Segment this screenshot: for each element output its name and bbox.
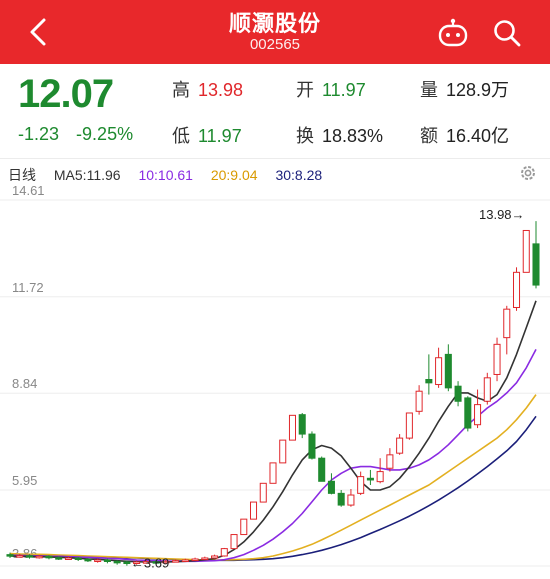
y-tick-label: 8.84 <box>12 376 37 391</box>
ma-legend: 日线 MA5:11.96 10:10.61 20:9.04 30:8.28 <box>8 165 336 185</box>
y-tick-label: 11.72 <box>12 280 44 295</box>
candle-body <box>64 557 72 560</box>
max-price-marker: 13.98→ <box>479 207 525 222</box>
candle-body <box>35 555 43 559</box>
candle-body <box>415 390 423 412</box>
candle-body <box>454 385 462 402</box>
candle-body <box>386 454 394 469</box>
candle-body <box>103 559 111 562</box>
ma5-value: MA5:11.96 <box>53 167 121 183</box>
candle-body <box>16 555 24 558</box>
low-stat: 低 11.97 <box>172 122 242 148</box>
candle-body <box>172 560 180 563</box>
candle-body <box>376 471 384 483</box>
search-icon[interactable] <box>492 18 522 48</box>
y-tick-label: 14.61 <box>12 186 45 198</box>
candle-body <box>269 462 277 484</box>
candle-body <box>6 554 14 557</box>
high-value: 13.98 <box>198 80 244 100</box>
candle-body <box>55 557 63 560</box>
candle-body <box>327 480 335 494</box>
candle-body <box>279 439 287 464</box>
high-stat: 高 13.98 <box>172 76 243 102</box>
open-value: 11.97 <box>322 80 366 100</box>
candle-body <box>425 378 433 384</box>
low-value: 11.97 <box>198 126 242 146</box>
amount-value: 16.40亿 <box>446 126 510 146</box>
candle-body <box>191 558 199 561</box>
gear-icon[interactable] <box>518 163 538 183</box>
candle-body <box>230 534 238 550</box>
low-label: 低 <box>172 126 190 146</box>
candle-body <box>512 271 521 308</box>
candle-body <box>347 494 355 506</box>
candle-body <box>113 560 121 564</box>
volume-stat: 量 128.9万 <box>420 76 509 102</box>
robot-icon[interactable] <box>437 18 469 48</box>
divider <box>0 158 550 159</box>
candle-body <box>532 243 540 286</box>
quote-panel: 12.07 -1.23 -9.25% 高 13.98 低 11.97 开 11.97 … <box>0 64 550 158</box>
high-label: 高 <box>172 80 190 100</box>
top-bar: 顺灏股份 002565 <box>0 0 550 64</box>
turnover-value: 18.83% <box>322 126 384 146</box>
candle-body <box>396 437 404 454</box>
candle-body <box>444 353 452 389</box>
candle-body <box>181 559 189 562</box>
change-percent: -9.25% <box>76 124 134 144</box>
candle-body <box>74 557 82 560</box>
ma10-value: 10:10.61 <box>138 167 193 183</box>
candle-body <box>318 457 326 482</box>
change-amount: -1.23 <box>18 124 60 144</box>
candle-body <box>308 433 316 459</box>
candle-body <box>474 404 482 426</box>
candle-body <box>240 518 248 536</box>
candle-body <box>298 414 306 435</box>
candle-body <box>483 377 491 402</box>
ma30-value: 30:8.28 <box>275 167 323 183</box>
amount-label: 额 <box>420 126 438 146</box>
candle-body <box>25 555 34 558</box>
candle-body <box>464 397 472 429</box>
candle-body <box>201 557 209 560</box>
turnover-stat: 换 18.83% <box>296 122 383 148</box>
candle-body <box>405 412 413 439</box>
y-tick-label: 5.95 <box>12 473 37 488</box>
candle-body <box>288 414 297 441</box>
candle-body <box>211 555 219 559</box>
price-change: -1.23 -9.25% <box>18 124 145 145</box>
min-price-marker: ←3.69 <box>131 556 169 571</box>
open-stat: 开 11.97 <box>296 76 366 102</box>
candle-body <box>259 482 267 503</box>
candle-body <box>337 492 345 506</box>
candle-body <box>220 548 228 557</box>
period-label[interactable]: 日线 <box>8 167 36 183</box>
candle-body <box>357 476 365 494</box>
ma5-line <box>9 300 537 563</box>
candle-body <box>45 555 53 559</box>
volume-value: 128.9万 <box>446 80 510 100</box>
candle-body <box>493 343 501 375</box>
current-price: 12.07 <box>18 72 114 116</box>
volume-label: 量 <box>420 80 438 100</box>
open-label: 开 <box>296 80 314 100</box>
ma20-value: 20:9.04 <box>210 167 258 183</box>
candle-body <box>84 558 92 562</box>
candlestick-chart[interactable]: 14.6111.728.845.953.8613.98→←3.69 <box>0 186 550 579</box>
turnover-label: 换 <box>296 126 314 146</box>
ma10-line <box>9 349 537 563</box>
candle-body <box>123 561 131 565</box>
candle-body <box>435 357 443 386</box>
amount-stat: 额 16.40亿 <box>420 122 509 148</box>
candle-body <box>503 308 511 339</box>
candle-body <box>522 229 530 273</box>
candle-body <box>94 559 102 562</box>
candle-body <box>249 501 258 520</box>
candle-body <box>366 477 374 481</box>
